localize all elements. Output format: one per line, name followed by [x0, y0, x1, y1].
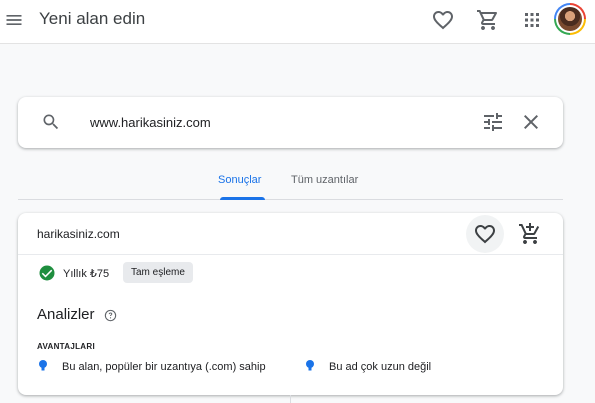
- active-tab-indicator: [220, 197, 265, 200]
- add-to-cart-icon[interactable]: [518, 222, 542, 246]
- close-icon[interactable]: [519, 110, 543, 134]
- domain-name: harikasiniz.com: [37, 227, 120, 241]
- domain-result-card: harikasiniz.com Yıllık ₺75 Tam eşleme An…: [18, 213, 563, 395]
- advantage-item: Bu ad çok uzun değil: [329, 361, 432, 373]
- tune-icon[interactable]: [481, 110, 505, 134]
- price-label: Yıllık ₺75: [63, 268, 110, 280]
- divider: [290, 395, 291, 403]
- help-icon[interactable]: [104, 309, 117, 322]
- favorite-button[interactable]: [466, 215, 504, 253]
- heart-icon: [475, 225, 495, 244]
- result-tabs: Sonuçlar Tüm uzantılar: [18, 160, 563, 200]
- lightbulb-icon: [39, 360, 47, 371]
- avatar-frame: [556, 5, 584, 33]
- menu-icon[interactable]: [4, 10, 24, 30]
- analysis-heading: Analizler: [37, 306, 95, 323]
- tab-results[interactable]: Sonuçlar: [218, 174, 261, 186]
- avatar[interactable]: [554, 3, 586, 35]
- heart-icon[interactable]: [431, 8, 455, 32]
- page-title: Yeni alan edin: [39, 9, 146, 28]
- card-divider: [18, 254, 563, 255]
- advantages-label: AVANTAJLARI: [37, 342, 95, 351]
- apps-grid-icon[interactable]: [520, 8, 544, 32]
- exact-match-badge: Tam eşleme: [123, 262, 193, 283]
- lightbulb-icon: [306, 360, 314, 371]
- tab-all-extensions[interactable]: Tüm uzantılar: [291, 174, 358, 186]
- avatar-image: [558, 7, 582, 31]
- search-box: [18, 97, 563, 148]
- advantage-item: Bu alan, popüler bir uzantıya (.com) sah…: [62, 361, 266, 373]
- search-input[interactable]: [90, 111, 470, 133]
- check-circle-icon: [39, 265, 55, 281]
- app-bar: Yeni alan edin: [0, 0, 595, 44]
- search-icon[interactable]: [41, 112, 61, 132]
- cart-icon[interactable]: [476, 8, 500, 32]
